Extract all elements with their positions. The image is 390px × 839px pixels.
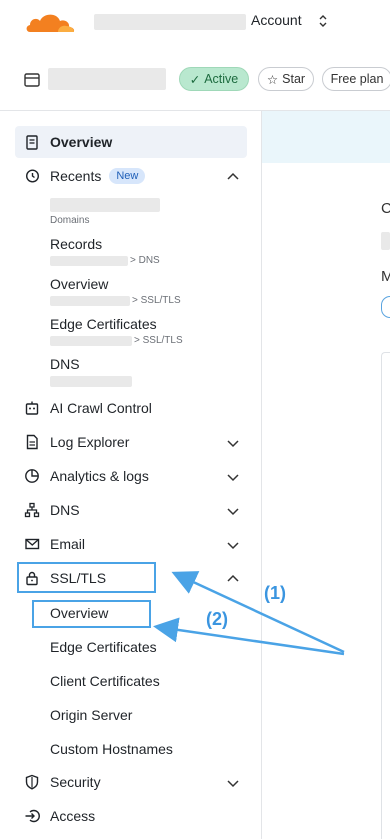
sidebar-item-security[interactable]: Security bbox=[24, 774, 240, 790]
chevron-down-icon[interactable] bbox=[226, 504, 240, 518]
browser-window-icon bbox=[24, 73, 40, 87]
envelope-icon bbox=[25, 538, 40, 550]
chevron-down-icon[interactable] bbox=[226, 776, 240, 790]
recent-subtitle: > SSL/TLS bbox=[50, 335, 183, 346]
recent-item-edge-certificates[interactable]: Edge Certificates bbox=[50, 316, 157, 332]
content-redacted bbox=[381, 232, 390, 250]
recent-subtitle: Domains bbox=[50, 215, 90, 226]
recent-item-overview[interactable]: Overview bbox=[50, 276, 108, 292]
content-heading-fragment: C bbox=[381, 200, 390, 217]
recent-item-records[interactable]: Records bbox=[50, 236, 102, 252]
recent-subtitle: > DNS bbox=[50, 255, 160, 266]
recent-subtitle: > SSL/TLS bbox=[50, 295, 181, 306]
check-icon: ✓ bbox=[189, 72, 201, 87]
history-icon bbox=[25, 169, 40, 183]
ssl-tls-highlight-box bbox=[17, 562, 156, 593]
content-banner bbox=[262, 111, 390, 163]
new-badge: New bbox=[109, 168, 146, 184]
document-icon bbox=[26, 434, 38, 450]
network-icon bbox=[24, 502, 40, 518]
chevron-down-icon[interactable] bbox=[226, 470, 240, 484]
robot-icon bbox=[25, 401, 39, 415]
chevron-down-icon[interactable] bbox=[226, 436, 240, 450]
sidebar-item-email[interactable]: Email bbox=[24, 536, 240, 552]
sidebar-item-recents[interactable]: Recents New bbox=[24, 168, 240, 184]
sidebar-item-dns[interactable]: DNS bbox=[24, 502, 240, 518]
annotation-label-2: (2) bbox=[206, 609, 228, 629]
clipboard-icon bbox=[26, 135, 38, 150]
annotation-label-1: (1) bbox=[264, 583, 286, 603]
login-arrow-icon bbox=[25, 809, 40, 823]
cloudflare-logo[interactable] bbox=[24, 10, 80, 36]
chevron-down-icon[interactable] bbox=[226, 538, 240, 552]
sidebar-item-analytics-logs[interactable]: Analytics & logs bbox=[24, 468, 240, 484]
content-control-fragment[interactable] bbox=[381, 296, 390, 318]
ssl-sub-client-certificates[interactable]: Client Certificates bbox=[50, 673, 160, 689]
content-card bbox=[381, 352, 390, 839]
sidebar-item-overview[interactable]: Overview bbox=[24, 134, 244, 150]
sidebar-item-ai-crawl-control[interactable]: AI Crawl Control bbox=[24, 400, 240, 416]
account-label[interactable]: Account bbox=[251, 12, 302, 28]
chevron-up-icon[interactable] bbox=[226, 572, 240, 586]
sidebar-item-access[interactable]: Access bbox=[24, 808, 240, 824]
ssl-sub-origin-server[interactable]: Origin Server bbox=[50, 707, 132, 723]
ssl-sub-custom-hostnames[interactable]: Custom Hostnames bbox=[50, 741, 173, 757]
shield-icon bbox=[25, 774, 39, 790]
recent-item-dns[interactable]: DNS bbox=[50, 356, 80, 372]
overview-highlight-box bbox=[32, 600, 151, 628]
pie-chart-icon bbox=[25, 469, 39, 483]
top-bar: Account bbox=[0, 0, 390, 44]
recent-domain-redacted bbox=[50, 376, 132, 387]
account-name-redacted bbox=[94, 14, 246, 30]
status-badge: ✓ Active bbox=[179, 67, 249, 91]
sidebar-divider bbox=[261, 111, 262, 839]
account-switcher-icon[interactable] bbox=[318, 14, 328, 28]
zone-name-redacted bbox=[48, 68, 166, 90]
content-text-fragment: M bbox=[381, 268, 390, 285]
chevron-up-icon[interactable] bbox=[226, 170, 240, 184]
star-button[interactable]: ☆ Star bbox=[258, 67, 314, 91]
star-icon: ☆ bbox=[266, 72, 279, 87]
ssl-sub-edge-certificates[interactable]: Edge Certificates bbox=[50, 639, 157, 655]
plan-badge[interactable]: Free plan bbox=[322, 67, 390, 91]
annotation-arrow-2 bbox=[153, 617, 345, 656]
recent-domain-redacted bbox=[50, 198, 160, 212]
sidebar-item-log-explorer[interactable]: Log Explorer bbox=[24, 434, 240, 450]
